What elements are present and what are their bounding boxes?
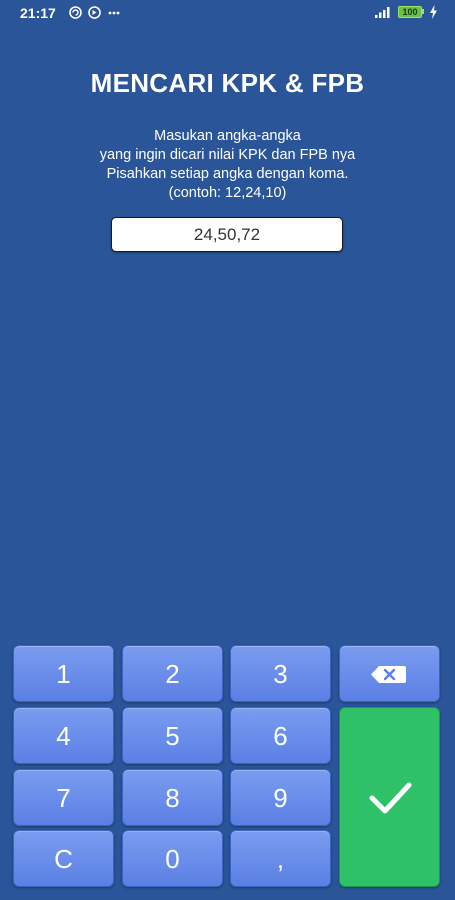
instructions-text: Masukan angka-angka yang ingin dicari ni… xyxy=(0,127,455,203)
battery-icon: 100 xyxy=(398,6,422,18)
numeric-keypad: 1 2 3 4 5 6 7 8 9 C 0 , xyxy=(13,645,441,887)
key-8[interactable]: 8 xyxy=(122,769,223,826)
submit-button[interactable] xyxy=(339,707,440,887)
key-7[interactable]: 7 xyxy=(13,769,114,826)
notification-icon xyxy=(69,6,82,19)
instruction-example: (contoh: 12,24,10) xyxy=(168,185,287,201)
battery-level: 100 xyxy=(402,7,418,17)
key-5[interactable]: 5 xyxy=(122,707,223,764)
page-title: MENCARI KPK & FPB xyxy=(90,68,365,98)
status-bar: 21:17 100 xyxy=(0,0,455,26)
checkmark-icon xyxy=(369,782,412,814)
clear-button[interactable]: C xyxy=(13,830,114,887)
key-6[interactable]: 6 xyxy=(230,707,331,764)
instruction-line: yang ingin dicari nilai KPK dan FPB nya xyxy=(99,147,356,163)
key-0[interactable]: 0 xyxy=(122,830,223,887)
comma-key[interactable]: , xyxy=(230,830,331,887)
key-9[interactable]: 9 xyxy=(230,769,331,826)
numbers-input[interactable]: 24,50,72 xyxy=(111,217,343,252)
backspace-icon xyxy=(371,666,406,683)
notification-icon xyxy=(88,6,101,19)
instruction-line: Masukan angka-angka xyxy=(154,128,301,144)
instruction-line: Pisahkan setiap angka dengan koma. xyxy=(106,166,349,182)
key-2[interactable]: 2 xyxy=(122,645,223,702)
backspace-button[interactable] xyxy=(339,645,440,702)
battery-tip xyxy=(422,9,424,14)
signal-icon xyxy=(375,7,390,18)
key-4[interactable]: 4 xyxy=(13,707,114,764)
notification-dots-icon xyxy=(108,11,120,15)
key-3[interactable]: 3 xyxy=(230,645,331,702)
status-time: 21:17 xyxy=(20,5,56,21)
key-1[interactable]: 1 xyxy=(13,645,114,702)
charging-bolt-icon xyxy=(430,5,437,19)
